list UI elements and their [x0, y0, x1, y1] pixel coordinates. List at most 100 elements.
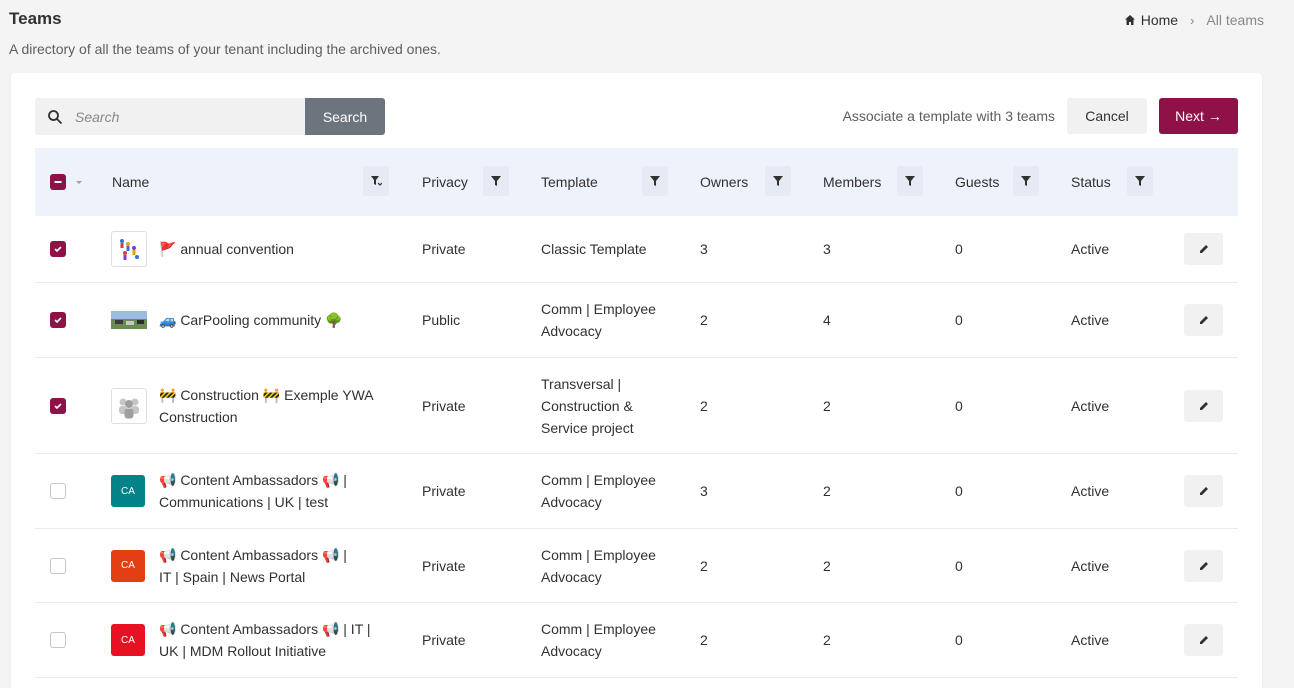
teams-card: Search Associate a template with 3 teams…: [11, 73, 1262, 688]
home-icon: [1124, 15, 1135, 25]
search-icon: [48, 109, 62, 124]
status-cell: Active: [1071, 241, 1110, 257]
owners-cell: 2: [700, 397, 708, 414]
owners-cell: 2: [700, 312, 708, 328]
page-subtitle: A directory of all the teams of your ten…: [9, 41, 441, 57]
guests-cell: 0: [955, 483, 963, 499]
members-cell: 3: [823, 241, 831, 257]
template-cell: Classic Template: [541, 241, 647, 257]
status-cell: Active: [1071, 557, 1110, 574]
edit-button[interactable]: [1184, 624, 1223, 656]
chevron-down-icon[interactable]: [74, 177, 84, 187]
row-checkbox[interactable]: [50, 397, 66, 414]
status-cell: Active: [1071, 397, 1110, 414]
search-input[interactable]: [75, 108, 275, 125]
owners-cell: 3: [700, 241, 708, 257]
row-checkbox[interactable]: [50, 632, 66, 648]
owners-filter-button[interactable]: [765, 166, 791, 196]
owners-cell: 3: [700, 483, 708, 499]
table-row[interactable]: CA 📢 Content Ambassadors 📢 | IT | UK | M…: [35, 603, 1238, 678]
edit-button[interactable]: [1184, 233, 1223, 265]
guests-cell: 0: [955, 397, 963, 414]
template-filter-button[interactable]: [642, 166, 668, 196]
status-cell: Active: [1071, 483, 1110, 499]
template-cell: Comm | Employee Advocacy: [541, 621, 656, 659]
team-name[interactable]: 🚩 annual convention: [159, 238, 294, 260]
privacy-cell: Private: [422, 241, 466, 257]
team-name[interactable]: 📢 Content Ambassadors 📢 | IT | Spain | N…: [159, 544, 359, 588]
table-row[interactable]: 🚩 annual convention Private Classic Temp…: [35, 216, 1238, 283]
team-avatar: [111, 387, 147, 424]
column-guests[interactable]: Guests: [955, 148, 999, 216]
guests-cell: 0: [955, 241, 963, 257]
pencil-icon: [1199, 561, 1208, 570]
edit-button[interactable]: [1184, 475, 1223, 507]
select-all-checkbox[interactable]: [50, 174, 66, 190]
guests-cell: 0: [955, 632, 963, 648]
pencil-icon: [1199, 245, 1208, 253]
pencil-icon: [1199, 316, 1208, 324]
row-checkbox[interactable]: [50, 312, 66, 328]
privacy-cell: Private: [422, 397, 466, 414]
next-button[interactable]: Next →: [1159, 98, 1238, 134]
team-avatar-initials: CA: [111, 475, 145, 507]
filter-icon: [650, 176, 660, 186]
members-filter-button[interactable]: [897, 166, 923, 196]
status-filter-button[interactable]: [1127, 166, 1153, 196]
column-members[interactable]: Members: [823, 148, 881, 216]
row-checkbox[interactable]: [50, 241, 66, 257]
table-row[interactable]: CA 📢 Content Ambassadors 📢 | IT | Spain …: [35, 529, 1238, 603]
search-box: [35, 98, 305, 135]
guests-cell: 0: [955, 557, 963, 574]
association-count-text: Associate a template with 3 teams: [842, 108, 1055, 124]
row-checkbox[interactable]: [50, 557, 66, 574]
column-privacy[interactable]: Privacy: [422, 148, 468, 216]
edit-button[interactable]: [1184, 304, 1223, 336]
edit-button[interactable]: [1184, 549, 1223, 582]
breadcrumb: Home › All teams: [1124, 12, 1264, 28]
template-cell: Comm | Employee Advocacy: [541, 472, 656, 510]
privacy-cell: Private: [422, 632, 466, 648]
breadcrumb-home-link[interactable]: Home: [1141, 12, 1178, 28]
members-cell: 2: [823, 632, 831, 648]
team-avatar: [111, 311, 147, 329]
privacy-filter-button[interactable]: [483, 166, 509, 196]
members-cell: 2: [823, 397, 831, 414]
pencil-icon: [1199, 401, 1208, 410]
members-cell: 4: [823, 312, 831, 328]
breadcrumb-separator: ›: [1190, 12, 1195, 28]
cancel-button[interactable]: Cancel: [1067, 98, 1147, 134]
people-image-icon: [120, 239, 139, 260]
team-name[interactable]: 📢 Content Ambassadors 📢 | IT | UK | MDM …: [159, 618, 389, 662]
column-name[interactable]: Name: [112, 148, 149, 216]
sort-filter-icon: [371, 176, 382, 186]
owners-cell: 2: [700, 557, 708, 574]
team-avatar: [111, 231, 147, 267]
filter-icon: [773, 176, 783, 186]
search-button[interactable]: Search: [305, 98, 385, 135]
table-row[interactable]: 🚧 Construction 🚧 Exemple YWA Constructio…: [35, 358, 1238, 454]
template-cell: Comm | Employee Advocacy: [541, 301, 656, 339]
team-name[interactable]: 🚙 CarPooling community 🌳: [159, 309, 342, 331]
group-icon: [119, 398, 139, 418]
table-row[interactable]: 🚙 CarPooling community 🌳 Public Comm | E…: [35, 283, 1238, 358]
column-status[interactable]: Status: [1071, 148, 1111, 216]
members-cell: 2: [823, 557, 831, 574]
guests-filter-button[interactable]: [1013, 166, 1039, 196]
row-checkbox[interactable]: [50, 483, 66, 499]
table-row[interactable]: CA 📢 Content Ambassadors 📢 | Communicati…: [35, 454, 1238, 529]
template-cell: Comm | Employee Advocacy: [541, 546, 656, 585]
name-sort-filter-button[interactable]: [363, 166, 389, 196]
team-name[interactable]: 🚧 Construction 🚧 Exemple YWA Constructio…: [159, 384, 391, 428]
edit-button[interactable]: [1184, 389, 1223, 422]
team-name[interactable]: 📢 Content Ambassadors 📢 | Communications…: [159, 469, 359, 513]
column-owners[interactable]: Owners: [700, 148, 748, 216]
column-template[interactable]: Template: [541, 148, 598, 216]
select-all[interactable]: [50, 148, 84, 216]
filter-icon: [491, 176, 501, 186]
owners-cell: 2: [700, 632, 708, 648]
template-cell: Transversal | Construction & Service pro…: [541, 375, 634, 436]
members-cell: 2: [823, 483, 831, 499]
breadcrumb-current: All teams: [1206, 12, 1264, 28]
table-header: Name Privacy Template Owners Members Gue…: [35, 148, 1238, 216]
